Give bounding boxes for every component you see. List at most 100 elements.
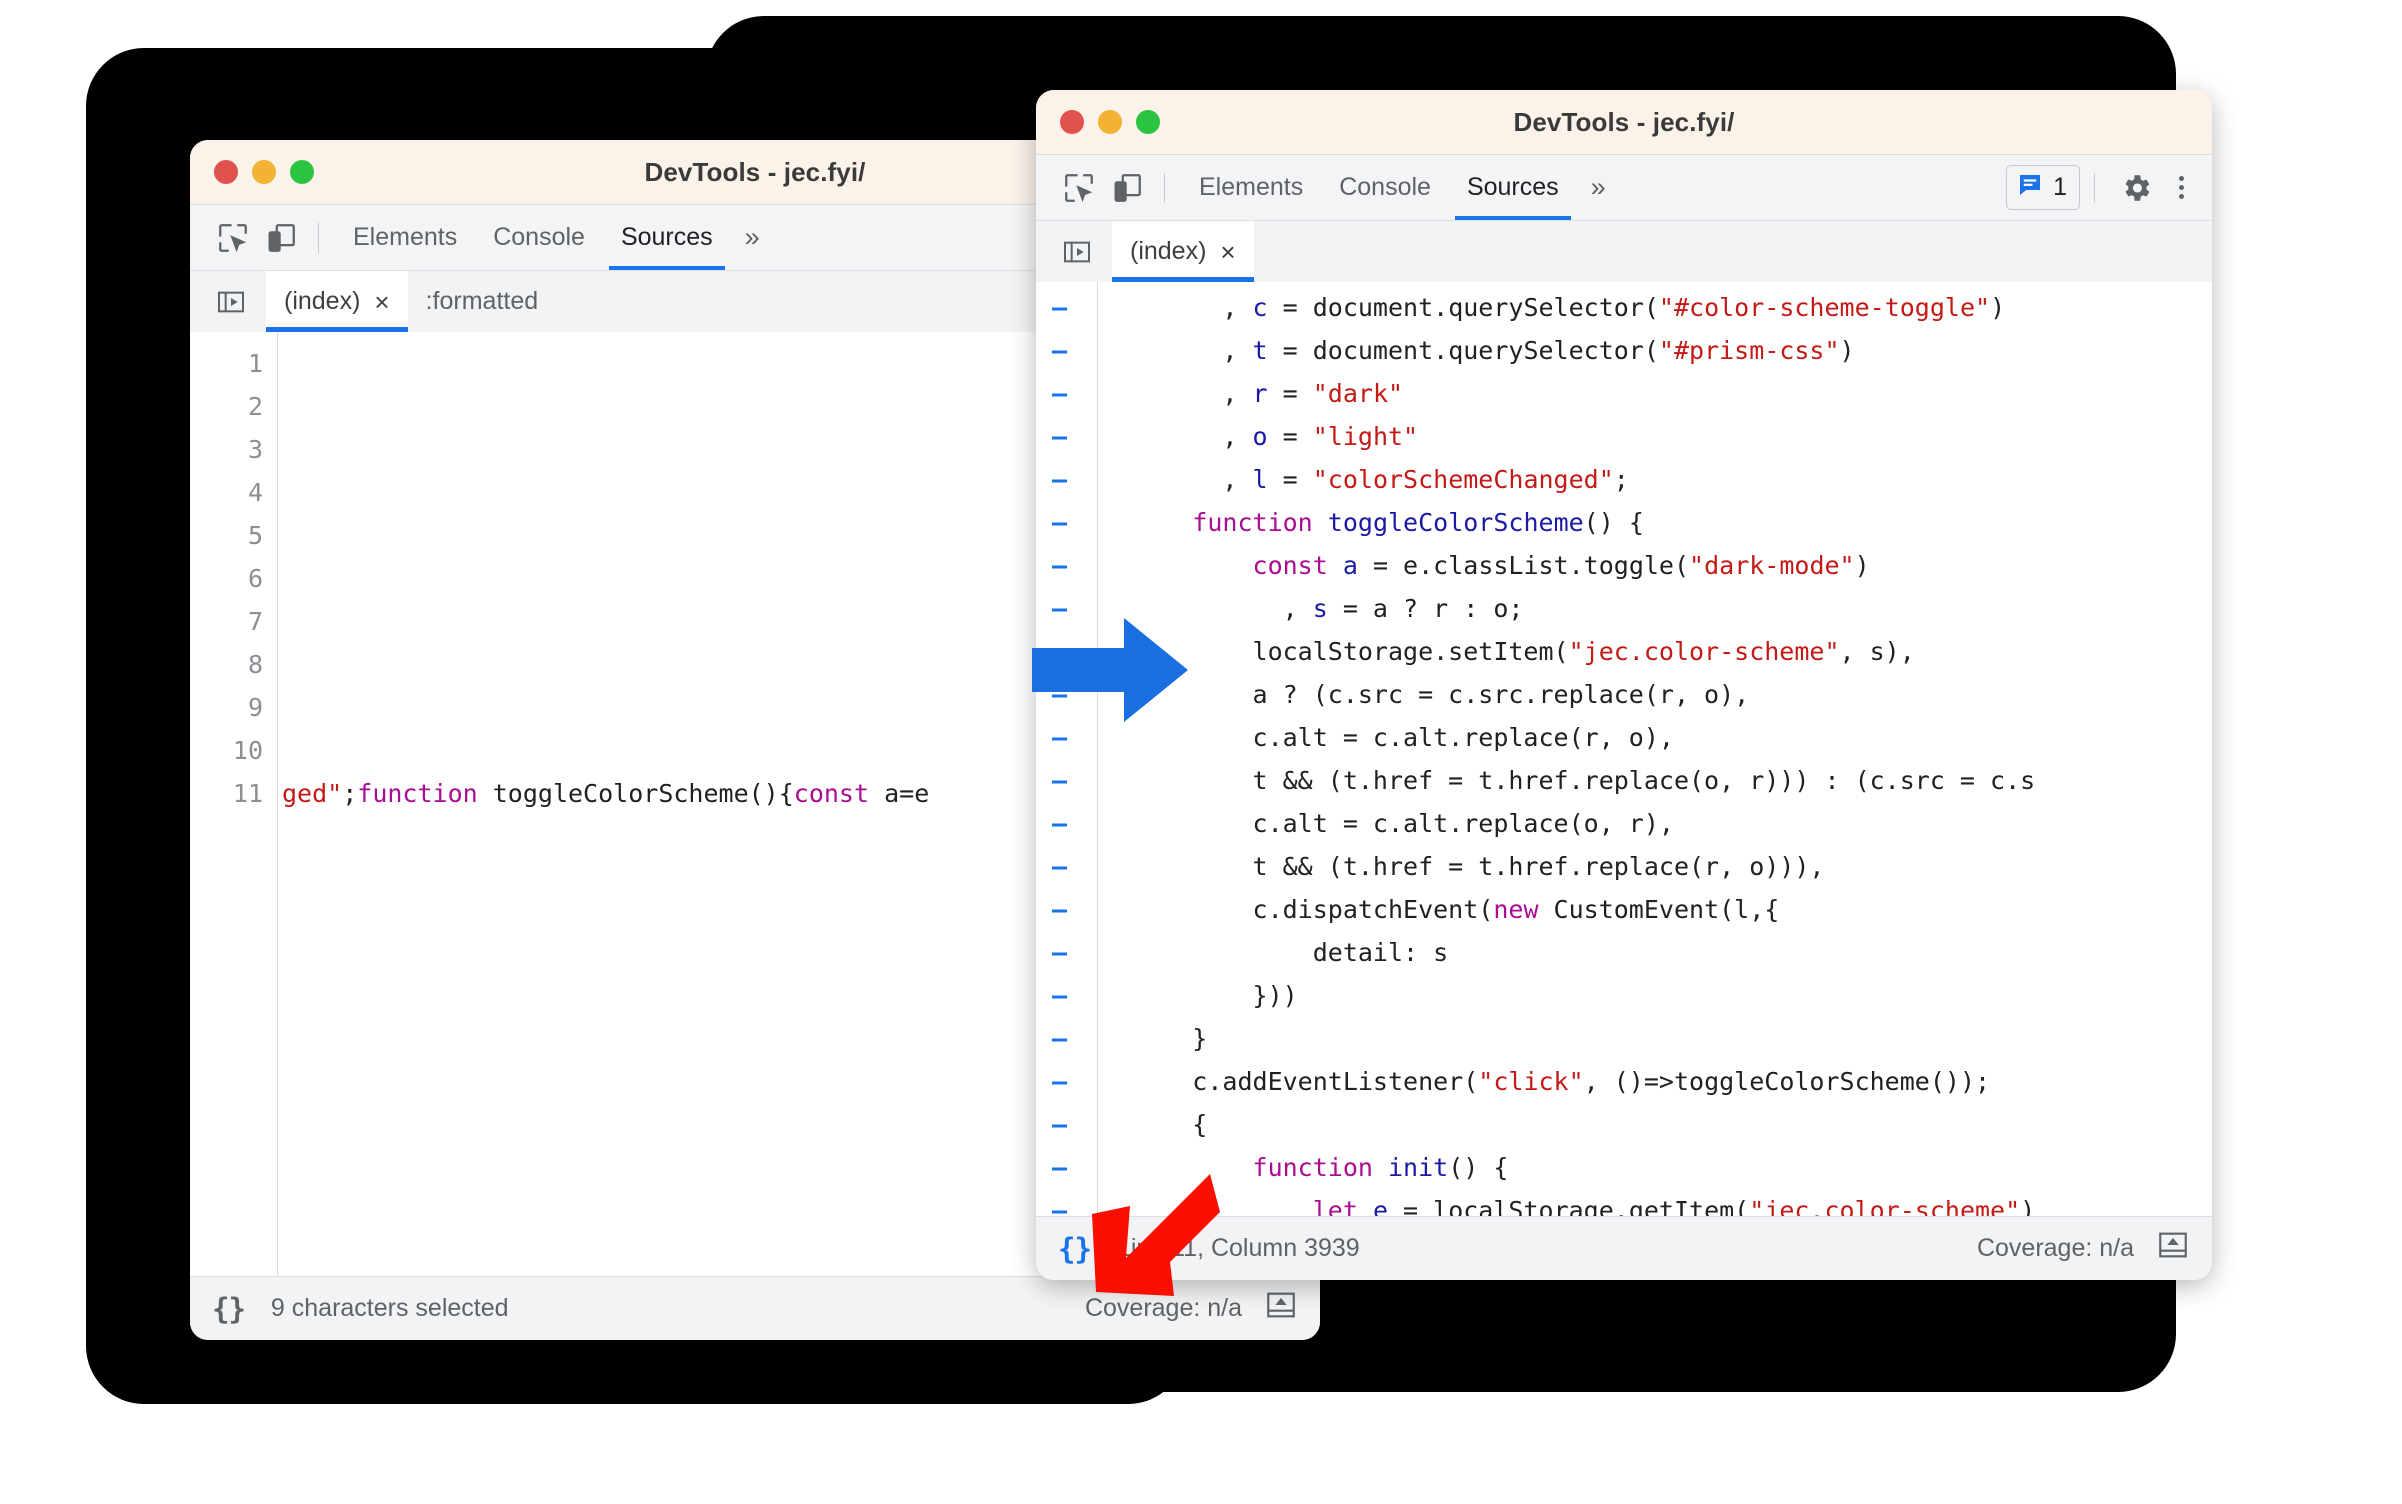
code-line[interactable]: , o = "light": [1102, 415, 2212, 458]
show-drawer-icon[interactable]: [1264, 1288, 1298, 1329]
fold-marker[interactable]: –: [1036, 845, 1097, 888]
more-panels-icon[interactable]: »: [731, 205, 774, 270]
close-window-button[interactable]: [214, 160, 238, 184]
code-line[interactable]: {: [1102, 1103, 2212, 1146]
file-tab-index[interactable]: (index) ×: [1112, 221, 1254, 282]
fold-marker[interactable]: –: [1036, 931, 1097, 974]
gear-icon[interactable]: [2115, 167, 2157, 209]
file-tab-formatted[interactable]: :formatted: [408, 271, 557, 332]
fold-marker[interactable]: –: [1036, 458, 1097, 501]
close-window-button[interactable]: [1060, 110, 1084, 134]
line-number: 1: [247, 349, 263, 378]
tab-console[interactable]: Console: [475, 205, 603, 270]
code-line[interactable]: })): [1102, 974, 2212, 1017]
code-line[interactable]: function init() {: [1102, 1146, 2212, 1189]
fold-marker[interactable]: –: [1036, 974, 1097, 1017]
front-code-lines[interactable]: , c = document.querySelector("#color-sch…: [1102, 282, 2212, 1216]
inspect-element-icon[interactable]: [1058, 167, 1100, 209]
file-tab-index[interactable]: (index) ×: [266, 271, 408, 332]
fold-marker[interactable]: –: [1036, 415, 1097, 458]
fold-marker[interactable]: –: [1036, 501, 1097, 544]
code-line[interactable]: detail: s: [1102, 931, 2212, 974]
tab-elements[interactable]: Elements: [335, 205, 475, 270]
more-options-icon[interactable]: [2167, 176, 2196, 199]
front-toolbar-right[interactable]: 1: [2006, 165, 2196, 210]
minimize-window-button[interactable]: [252, 160, 276, 184]
front-file-tabbar[interactable]: (index) ×: [1036, 221, 2212, 283]
code-line[interactable]: function toggleColorScheme() {: [1102, 501, 2212, 544]
code-line[interactable]: t && (t.href = t.href.replace(r, o))),: [1102, 845, 2212, 888]
code-line[interactable]: c.alt = c.alt.replace(o, r),: [1102, 802, 2212, 845]
close-icon[interactable]: ×: [374, 289, 389, 315]
code-token: init: [1388, 1153, 1449, 1182]
code-line[interactable]: c.dispatchEvent(new CustomEvent(l,{: [1102, 888, 2212, 931]
code-token: "colorSchemeChanged": [1312, 465, 1614, 494]
file-tab-label: (index): [1130, 237, 1207, 265]
front-traffic-lights[interactable]: [1036, 110, 1160, 134]
code-token: "dark": [1312, 379, 1404, 408]
back-traffic-lights[interactable]: [190, 160, 314, 184]
code-token: c.alt = c.alt.replace(o, r),: [1102, 809, 1674, 838]
front-coverage-label: Coverage: n/a: [1976, 1234, 2134, 1262]
code-token: "jec.color-scheme": [1568, 637, 1840, 666]
maximize-window-button[interactable]: [290, 160, 314, 184]
console-message-badge[interactable]: 1: [2006, 165, 2080, 210]
code-token: ): [1854, 551, 1870, 580]
minimize-window-button[interactable]: [1098, 110, 1122, 134]
show-drawer-icon[interactable]: [2156, 1228, 2190, 1269]
front-devtools-toolbar[interactable]: Elements Console Sources » 1: [1036, 155, 2212, 221]
tab-sources[interactable]: Sources: [603, 205, 731, 270]
format-pretty-print-icon[interactable]: {}: [212, 1292, 246, 1326]
code-token: = a ? r : o;: [1327, 594, 1524, 623]
fold-marker[interactable]: –: [1036, 372, 1097, 415]
code-line[interactable]: , c = document.querySelector("#color-sch…: [1102, 286, 2212, 329]
fold-marker[interactable]: –: [1036, 329, 1097, 372]
navigator-panel-icon[interactable]: [208, 271, 254, 332]
front-devtools-window[interactable]: DevTools - jec.fyi/ Elements Console Sou…: [1036, 90, 2212, 1280]
fold-marker[interactable]: –: [1036, 888, 1097, 931]
back-panel-tabs[interactable]: Elements Console Sources »: [335, 205, 774, 270]
line-number: 11: [232, 779, 263, 808]
fold-marker[interactable]: –: [1036, 1103, 1097, 1146]
code-token: }: [1102, 1024, 1208, 1053]
close-icon[interactable]: ×: [1220, 239, 1235, 265]
code-line[interactable]: const a = e.classList.toggle("dark-mode"…: [1102, 544, 2212, 587]
fold-marker[interactable]: –: [1036, 1060, 1097, 1103]
code-line[interactable]: , l = "colorSchemeChanged";: [1102, 458, 2212, 501]
device-toolbar-icon[interactable]: [1106, 167, 1148, 209]
code-token: t: [1252, 336, 1268, 365]
front-code-editor[interactable]: –––––––––––––––––––––––––––– , c = docum…: [1036, 282, 2212, 1216]
code-line[interactable]: }: [1102, 1017, 2212, 1060]
code-token: "dark-mode": [1689, 551, 1855, 580]
code-token: () {: [1583, 508, 1644, 537]
code-line[interactable]: , t = document.querySelector("#prism-css…: [1102, 329, 2212, 372]
more-panels-icon[interactable]: »: [1577, 155, 1620, 220]
code-line[interactable]: , s = a ? r : o;: [1102, 587, 2212, 630]
code-token: t && (t.href = t.href.replace(r, o))),: [1102, 852, 1825, 881]
code-line[interactable]: , r = "dark": [1102, 372, 2212, 415]
fold-marker[interactable]: –: [1036, 1017, 1097, 1060]
code-token: = e.classList.toggle(: [1357, 551, 1690, 580]
front-window-titlebar[interactable]: DevTools - jec.fyi/: [1036, 90, 2212, 155]
code-line[interactable]: localStorage.setItem("jec.color-scheme",…: [1102, 630, 2212, 673]
maximize-window-button[interactable]: [1136, 110, 1160, 134]
fold-marker[interactable]: –: [1036, 544, 1097, 587]
tab-console[interactable]: Console: [1321, 155, 1449, 220]
device-toolbar-icon[interactable]: [260, 217, 302, 259]
navigator-panel-icon[interactable]: [1054, 221, 1100, 282]
code-token: const: [1252, 551, 1328, 580]
inspect-element-icon[interactable]: [212, 217, 254, 259]
code-line[interactable]: a ? (c.src = c.src.replace(r, o),: [1102, 673, 2212, 716]
code-line[interactable]: let e = localStorage.getItem("jec.color-…: [1102, 1189, 2212, 1216]
code-line[interactable]: c.addEventListener("click", ()=>toggleCo…: [1102, 1060, 2212, 1103]
fold-marker[interactable]: –: [1036, 286, 1097, 329]
code-line[interactable]: t && (t.href = t.href.replace(o, r))) : …: [1102, 759, 2212, 802]
fold-marker[interactable]: –: [1036, 759, 1097, 802]
front-panel-tabs[interactable]: Elements Console Sources »: [1181, 155, 1620, 220]
line-number: 5: [247, 521, 263, 550]
code-line[interactable]: c.alt = c.alt.replace(r, o),: [1102, 716, 2212, 759]
fold-marker[interactable]: –: [1036, 802, 1097, 845]
tab-sources[interactable]: Sources: [1449, 155, 1577, 220]
line-number: 10: [232, 736, 263, 765]
tab-elements[interactable]: Elements: [1181, 155, 1321, 220]
